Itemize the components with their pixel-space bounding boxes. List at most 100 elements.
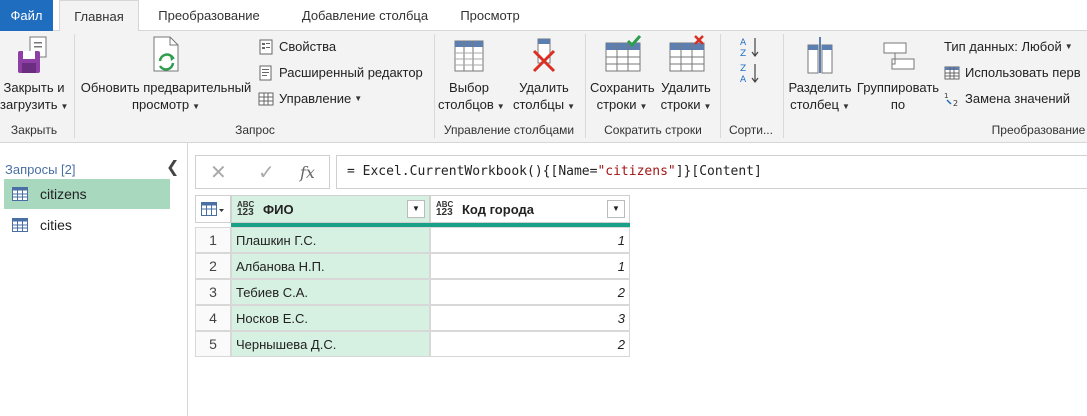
collapse-panel-icon[interactable]: ❮ (166, 157, 179, 177)
remove-columns-button[interactable]: Удалить столбцы ▼ (510, 35, 578, 115)
column-header-fio[interactable]: ABC 123 ФИО ▼ (231, 195, 430, 223)
sort-descending-icon: ZA (740, 64, 759, 85)
group-label-sort: Сорти... (729, 123, 773, 137)
data-type-label: Тип данных: Любой (944, 39, 1062, 54)
group-label-transform: Преобразование (991, 123, 1086, 137)
replace-values-icon: 12 (944, 92, 958, 107)
group-by-icon (883, 42, 915, 70)
group-by-button[interactable]: Группировать по (856, 35, 940, 113)
refresh-icon (153, 36, 179, 72)
svg-text:1: 1 (944, 92, 948, 100)
remove-rows-button[interactable]: Удалить строки ▼ (658, 35, 714, 115)
table-cell[interactable]: Плашкин Г.С. (231, 227, 430, 253)
formula-input[interactable]: = Excel.CurrentWorkbook(){[Name="citizen… (336, 155, 1087, 189)
choose-columns-button[interactable]: Выбор столбцов ▼ (438, 35, 505, 115)
split-column-button[interactable]: Разделить столбец ▼ (786, 35, 854, 115)
remove-columns-label-2: столбцы ▼ (513, 97, 575, 112)
keep-rows-button[interactable]: Сохранить строки ▼ (590, 35, 655, 115)
group-label-query: Запрос (235, 123, 275, 137)
remove-columns-icon (532, 38, 556, 73)
advanced-editor-icon (259, 65, 272, 81)
column-filter-dropdown[interactable]: ▼ (607, 200, 625, 218)
advanced-editor-button[interactable]: Расширенный редактор (258, 63, 423, 83)
tab-add-column[interactable]: Добавление столбца (285, 0, 445, 31)
tab-file[interactable]: Файл (0, 0, 53, 31)
refresh-label-2: просмотр ▼ (132, 97, 200, 112)
data-type-dropdown[interactable]: Тип данных: Любой ▼ (944, 37, 1073, 57)
type-any-icon: ABC 123 (237, 200, 255, 218)
svg-text:A: A (740, 38, 747, 48)
row-number[interactable]: 3 (195, 279, 231, 305)
row-number[interactable]: 2 (195, 253, 231, 279)
advanced-editor-label: Расширенный редактор (279, 65, 423, 80)
row-number[interactable]: 4 (195, 305, 231, 331)
table-icon (258, 92, 274, 106)
table-menu-button[interactable] (195, 195, 231, 223)
check-icon[interactable]: ✓ (258, 160, 275, 185)
sort-ascending-button[interactable]: AZ (740, 35, 762, 59)
type-any-icon: ABC 123 (436, 200, 454, 218)
table-cell[interactable]: Албанова Н.П. (231, 253, 430, 279)
svg-text:A: A (740, 75, 747, 85)
table-menu-icon (201, 202, 224, 216)
close-load-label-2: загрузить ▼ (0, 97, 69, 112)
save-load-icon (18, 36, 47, 73)
use-first-row-button[interactable]: Использовать перв (944, 63, 1081, 83)
query-item-citizens[interactable]: citizens (4, 179, 170, 209)
tab-transform[interactable]: Преобразование (148, 0, 270, 31)
formula-string: "citizens" (597, 164, 676, 179)
refresh-preview-button[interactable]: Обновить предварительный просмотр ▼ (80, 35, 252, 115)
query-item-label: citizens (40, 186, 87, 202)
replace-values-label: Замена значений (965, 91, 1071, 106)
remove-rows-icon (669, 35, 705, 72)
formula-buttons: ✕ ✓ fx (195, 155, 330, 189)
remove-rows-label-2: строки ▼ (660, 97, 712, 112)
split-column-label-1: Разделить (788, 80, 852, 95)
remove-columns-label-1: Удалить (519, 80, 569, 95)
sort-descending-button[interactable]: ZA (740, 61, 762, 85)
table-cell[interactable]: Тебиев С.А. (231, 279, 430, 305)
table-cell[interactable]: 1 (430, 253, 630, 279)
row-number[interactable]: 1 (195, 227, 231, 253)
column-filter-dropdown[interactable]: ▼ (407, 200, 425, 218)
row-number[interactable]: 5 (195, 331, 231, 357)
svg-text:Z: Z (740, 49, 746, 59)
table-cell[interactable]: Чернышева Д.С. (231, 331, 430, 357)
table-cell[interactable]: 2 (430, 279, 630, 305)
properties-button[interactable]: Свойства (258, 37, 336, 57)
sort-ascending-icon: AZ (740, 38, 759, 59)
group-divider (720, 34, 721, 138)
remove-rows-label-1: Удалить (661, 80, 711, 95)
group-label-reduce-rows: Сократить строки (604, 123, 702, 137)
keep-rows-label-1: Сохранить (590, 80, 655, 95)
tab-view[interactable]: Просмотр (450, 0, 530, 31)
group-label-close: Закрыть (10, 123, 58, 137)
ribbon-tabs: Файл Главная Преобразование Добавление с… (0, 0, 1087, 32)
properties-label: Свойства (279, 39, 337, 54)
query-item-cities[interactable]: cities (4, 210, 170, 240)
fx-icon[interactable]: fx (300, 163, 315, 182)
table-cell[interactable]: Носков Е.С. (231, 305, 430, 331)
close-and-load-button[interactable]: Закрыть и загрузить ▼ (0, 35, 68, 115)
table-cell[interactable]: 1 (430, 227, 630, 253)
formula-suffix: ]}[Content] (675, 164, 762, 179)
keep-rows-label-2: строки ▼ (596, 97, 648, 112)
svg-text:Z: Z (740, 64, 746, 74)
tab-home[interactable]: Главная (59, 0, 139, 32)
manage-label: Управление (279, 91, 352, 106)
svg-text:2: 2 (953, 99, 958, 107)
cancel-icon[interactable]: ✕ (210, 160, 227, 185)
group-by-label-1: Группировать (856, 80, 940, 95)
refresh-label-1: Обновить предварительный (80, 80, 252, 95)
query-item-label: cities (40, 217, 72, 233)
replace-values-button[interactable]: 12 Замена значений (944, 89, 1070, 109)
table-cell[interactable]: 2 (430, 331, 630, 357)
split-column-icon (807, 37, 833, 74)
table-cell[interactable]: 3 (430, 305, 630, 331)
keep-rows-icon (605, 35, 642, 72)
choose-columns-label-1: Выбор (449, 80, 489, 95)
manage-button[interactable]: Управление ▼ (258, 89, 362, 109)
column-header-city-code[interactable]: ABC 123 Код города ▼ (430, 195, 630, 223)
queries-panel: Запросы [2] ❮ citizens cities (0, 143, 188, 416)
table-icon (944, 66, 960, 80)
